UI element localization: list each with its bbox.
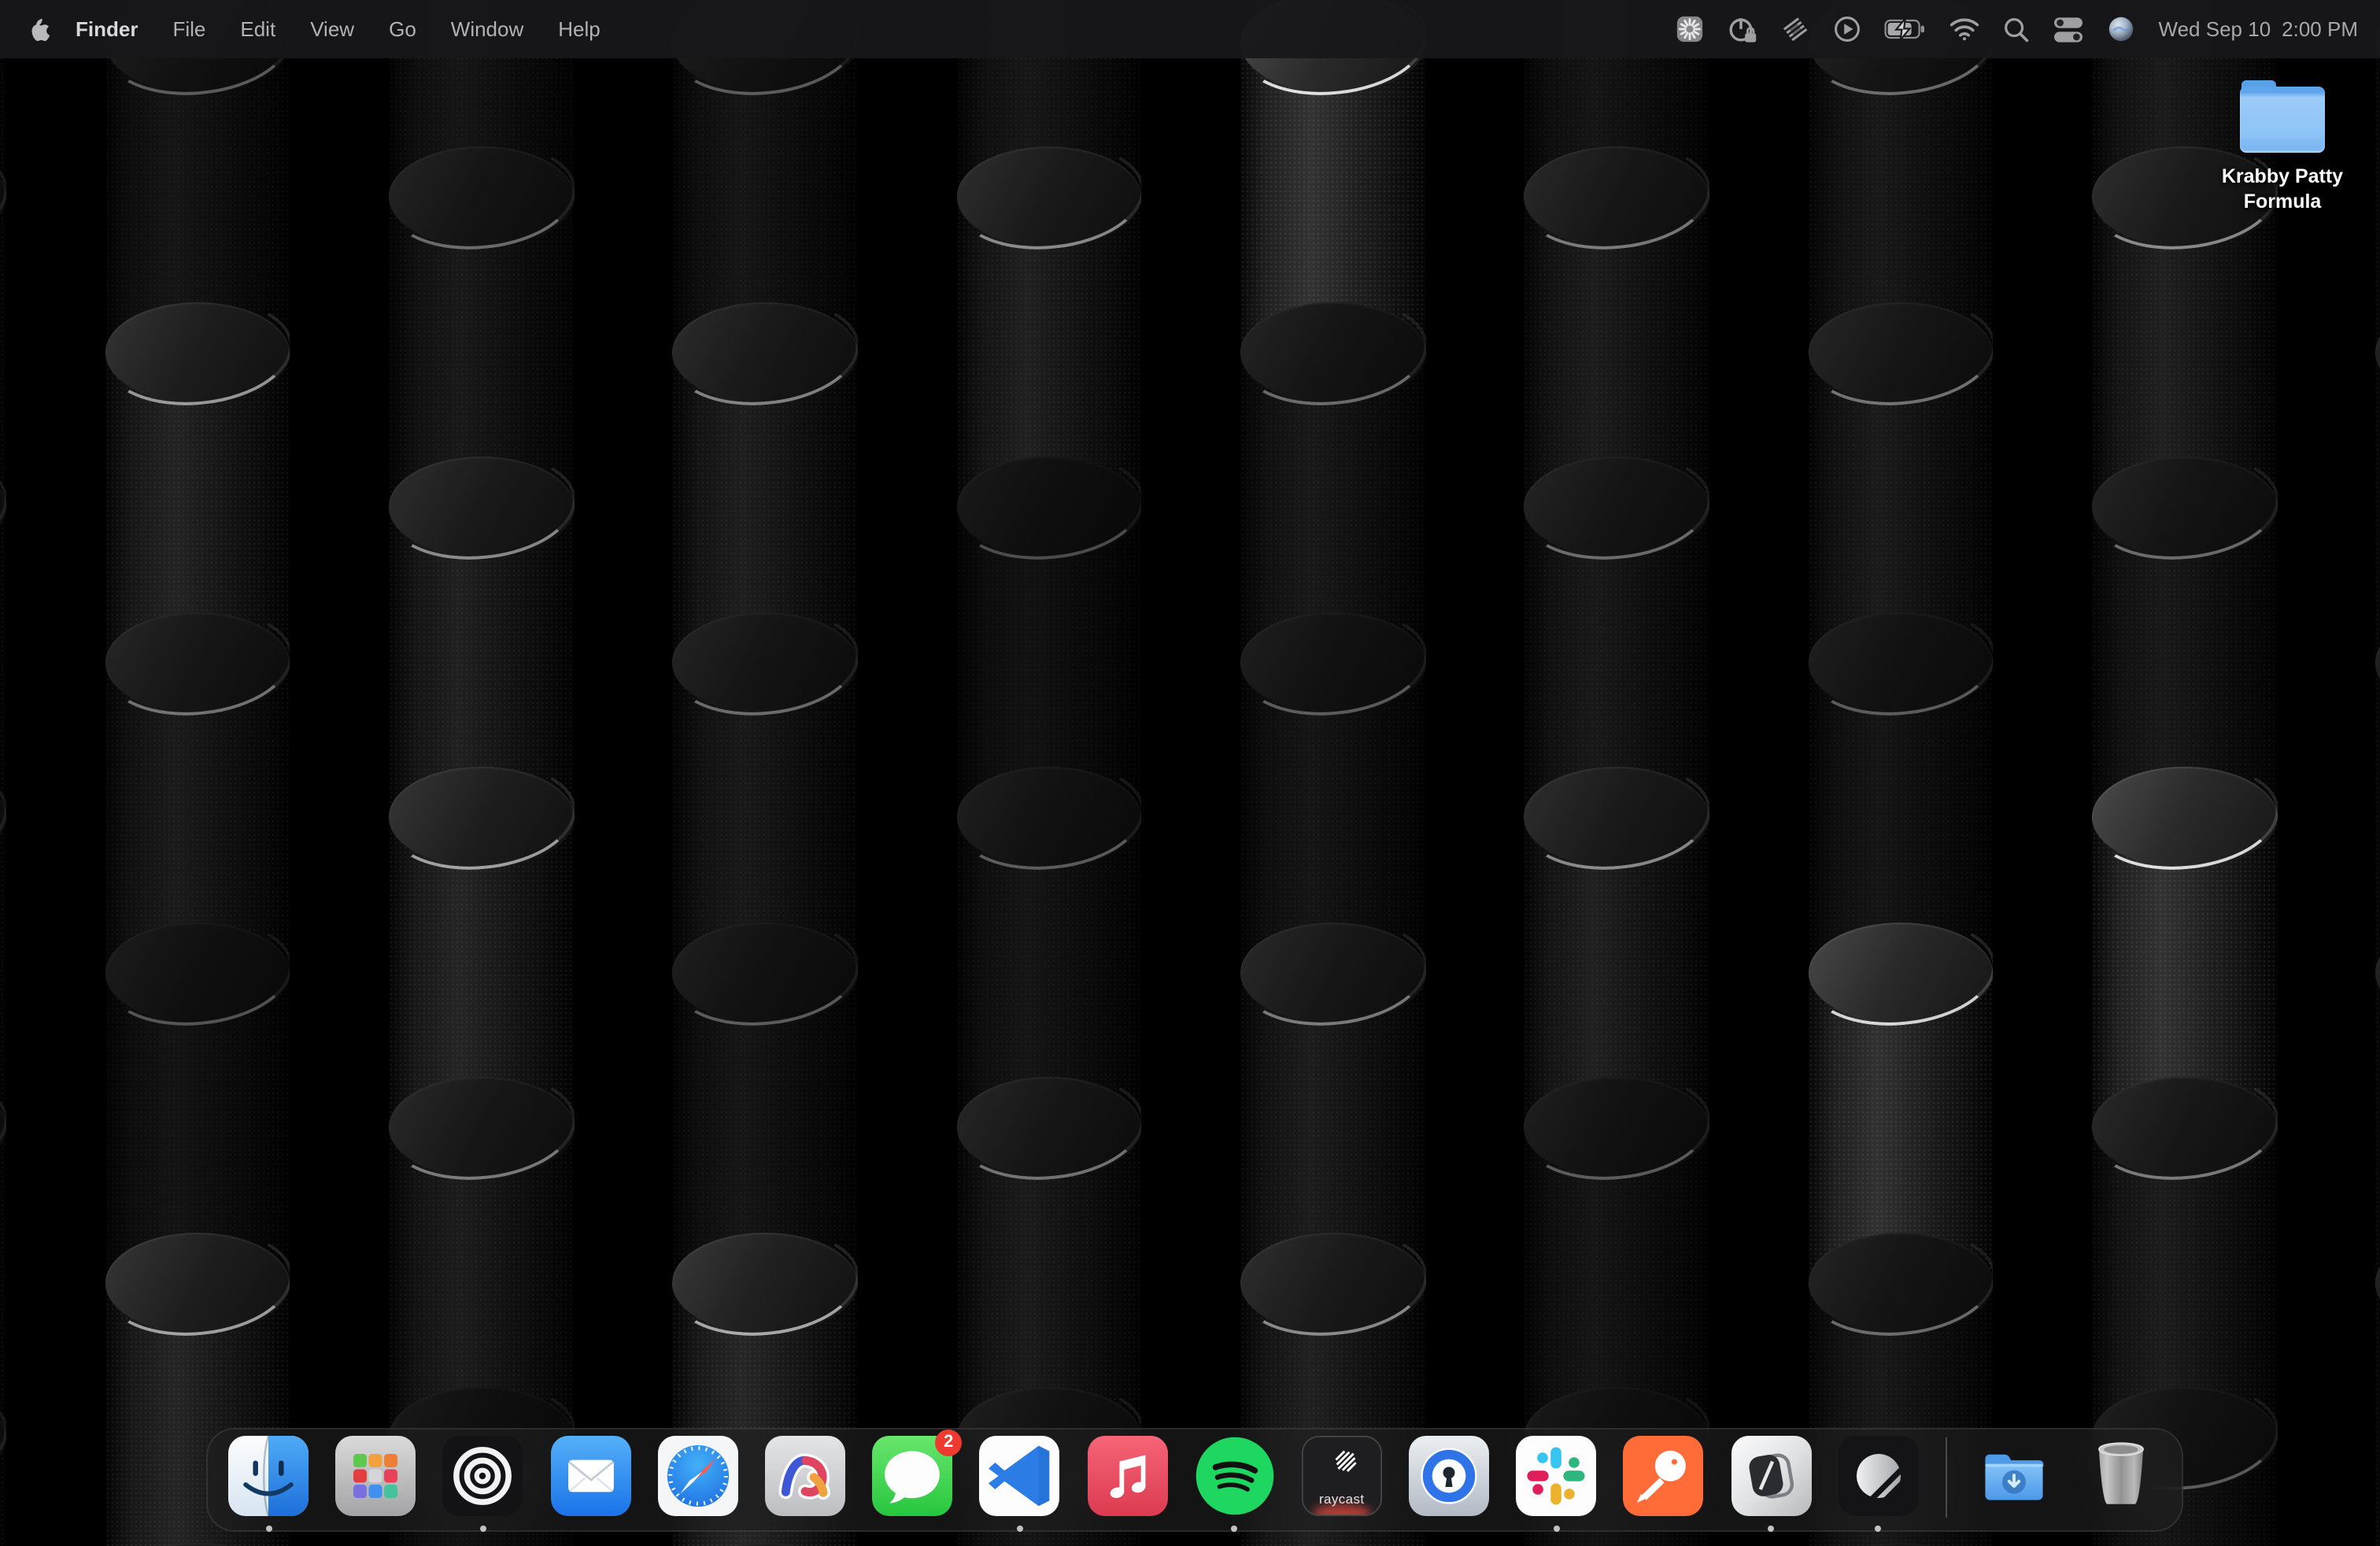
dock-app-arc[interactable] xyxy=(765,1435,845,1515)
dock-app-trash[interactable] xyxy=(2082,1435,2162,1515)
running-indicator xyxy=(480,1526,486,1532)
wallpaper-pillar xyxy=(2092,0,2277,1546)
burst-app-icon[interactable] xyxy=(1676,13,1706,45)
dock-app-slack[interactable] xyxy=(1517,1435,1597,1515)
dock-app-linear[interactable] xyxy=(1839,1435,1919,1515)
dock-app-spotify[interactable] xyxy=(1194,1435,1274,1515)
running-indicator xyxy=(1876,1526,1882,1532)
menu-bar-status: Wed Sep 10 2:00 PM xyxy=(1676,13,2369,45)
finder-icon xyxy=(228,1435,309,1515)
running-indicator xyxy=(265,1526,272,1532)
wallpaper-pillar xyxy=(0,0,6,1546)
desktop-wallpaper[interactable] xyxy=(0,0,2380,1546)
wallpaper-pillar xyxy=(389,0,574,1546)
dock-app-safari[interactable] xyxy=(658,1435,738,1515)
striped-tag-icon[interactable] xyxy=(1781,13,1811,45)
dock: 2 raycast xyxy=(206,1428,2183,1532)
linear-icon xyxy=(1839,1435,1919,1515)
apple-menu[interactable] xyxy=(30,15,54,43)
spotlight-search-icon[interactable] xyxy=(2003,13,2031,45)
dock-divider xyxy=(1946,1437,1947,1517)
siri-icon[interactable] xyxy=(2107,13,2137,45)
running-indicator xyxy=(1231,1526,1237,1532)
wallpaper-pillar xyxy=(105,0,290,1546)
running-indicator xyxy=(1768,1526,1774,1532)
dock-app-rings[interactable] xyxy=(443,1435,523,1515)
dock-app-downloads[interactable] xyxy=(1974,1435,2054,1515)
spotify-icon xyxy=(1194,1435,1274,1515)
vscode-icon xyxy=(980,1435,1060,1515)
menu-item-edit[interactable]: Edit xyxy=(223,0,293,58)
wallpaper-pillar xyxy=(956,0,1141,1546)
raycast-wordmark: raycast xyxy=(1302,1490,1382,1506)
menu-app-name[interactable]: Finder xyxy=(58,0,155,58)
menu-item-view[interactable]: View xyxy=(293,0,371,58)
power-lock-icon[interactable] xyxy=(1728,13,1759,45)
menu-bar-date: Wed Sep 10 xyxy=(2159,17,2271,41)
dock-app-1password[interactable] xyxy=(1409,1435,1489,1515)
trash-icon xyxy=(2082,1435,2162,1515)
dock-app-mail[interactable] xyxy=(550,1435,630,1515)
apple-logo-icon xyxy=(30,17,50,42)
postman-icon xyxy=(1624,1435,1704,1515)
menu-bar: Finder FileEditViewGoWindowHelp Wed Sep … xyxy=(0,0,2380,58)
control-center-icon[interactable] xyxy=(2053,13,2085,45)
dock-app-postman[interactable] xyxy=(1624,1435,1704,1515)
menu-item-go[interactable]: Go xyxy=(371,0,434,58)
mail-icon xyxy=(550,1435,630,1515)
running-indicator xyxy=(1017,1526,1023,1532)
notification-badge: 2 xyxy=(935,1429,962,1455)
slack-icon xyxy=(1517,1435,1597,1515)
folder-icon xyxy=(2240,80,2325,153)
running-indicator xyxy=(1554,1526,1560,1532)
desktop-folder-krabby-patty-formula[interactable]: Krabby Patty Formula xyxy=(2194,80,2371,215)
downloads-icon xyxy=(1974,1435,2054,1515)
dock-app-vscode[interactable] xyxy=(980,1435,1060,1515)
rings-icon xyxy=(443,1435,523,1515)
screen: Finder FileEditViewGoWindowHelp Wed Sep … xyxy=(0,0,2380,1546)
menu-bar-clock[interactable]: Wed Sep 10 2:00 PM xyxy=(2159,17,2369,41)
menu-item-help[interactable]: Help xyxy=(541,0,618,58)
wallpaper-pillar xyxy=(1240,0,1425,1546)
launchpad-icon xyxy=(335,1435,416,1515)
dock-app-music[interactable] xyxy=(1087,1435,1167,1515)
menu-bar-left: Finder FileEditViewGoWindowHelp xyxy=(30,0,618,58)
dock-app-messages[interactable]: 2 xyxy=(872,1435,952,1515)
wallpaper-pillar xyxy=(1524,0,1709,1546)
music-icon xyxy=(1087,1435,1167,1515)
dock-app-dia[interactable] xyxy=(1731,1435,1811,1515)
menu-bar-time: 2:00 PM xyxy=(2282,17,2358,41)
wallpaper-pillar xyxy=(1809,0,1994,1546)
folder-label: Krabby Patty Formula xyxy=(2194,164,2371,215)
dia-icon xyxy=(1731,1435,1811,1515)
dock-app-finder[interactable] xyxy=(228,1435,309,1515)
menu-item-window[interactable]: Window xyxy=(434,0,541,58)
1password-icon xyxy=(1409,1435,1489,1515)
wallpaper-pillar xyxy=(2376,0,2380,1546)
wallpaper-pillar xyxy=(673,0,858,1546)
safari-icon xyxy=(658,1435,738,1515)
arc-icon xyxy=(765,1435,845,1515)
battery-charging-icon[interactable] xyxy=(1885,13,1927,45)
menu-item-file[interactable]: File xyxy=(155,0,223,58)
dock-app-raycast[interactable]: raycast xyxy=(1302,1435,1382,1515)
dock-app-launchpad[interactable] xyxy=(335,1435,416,1515)
wifi-icon[interactable] xyxy=(1949,13,1981,45)
now-playing-icon[interactable] xyxy=(1833,13,1863,45)
